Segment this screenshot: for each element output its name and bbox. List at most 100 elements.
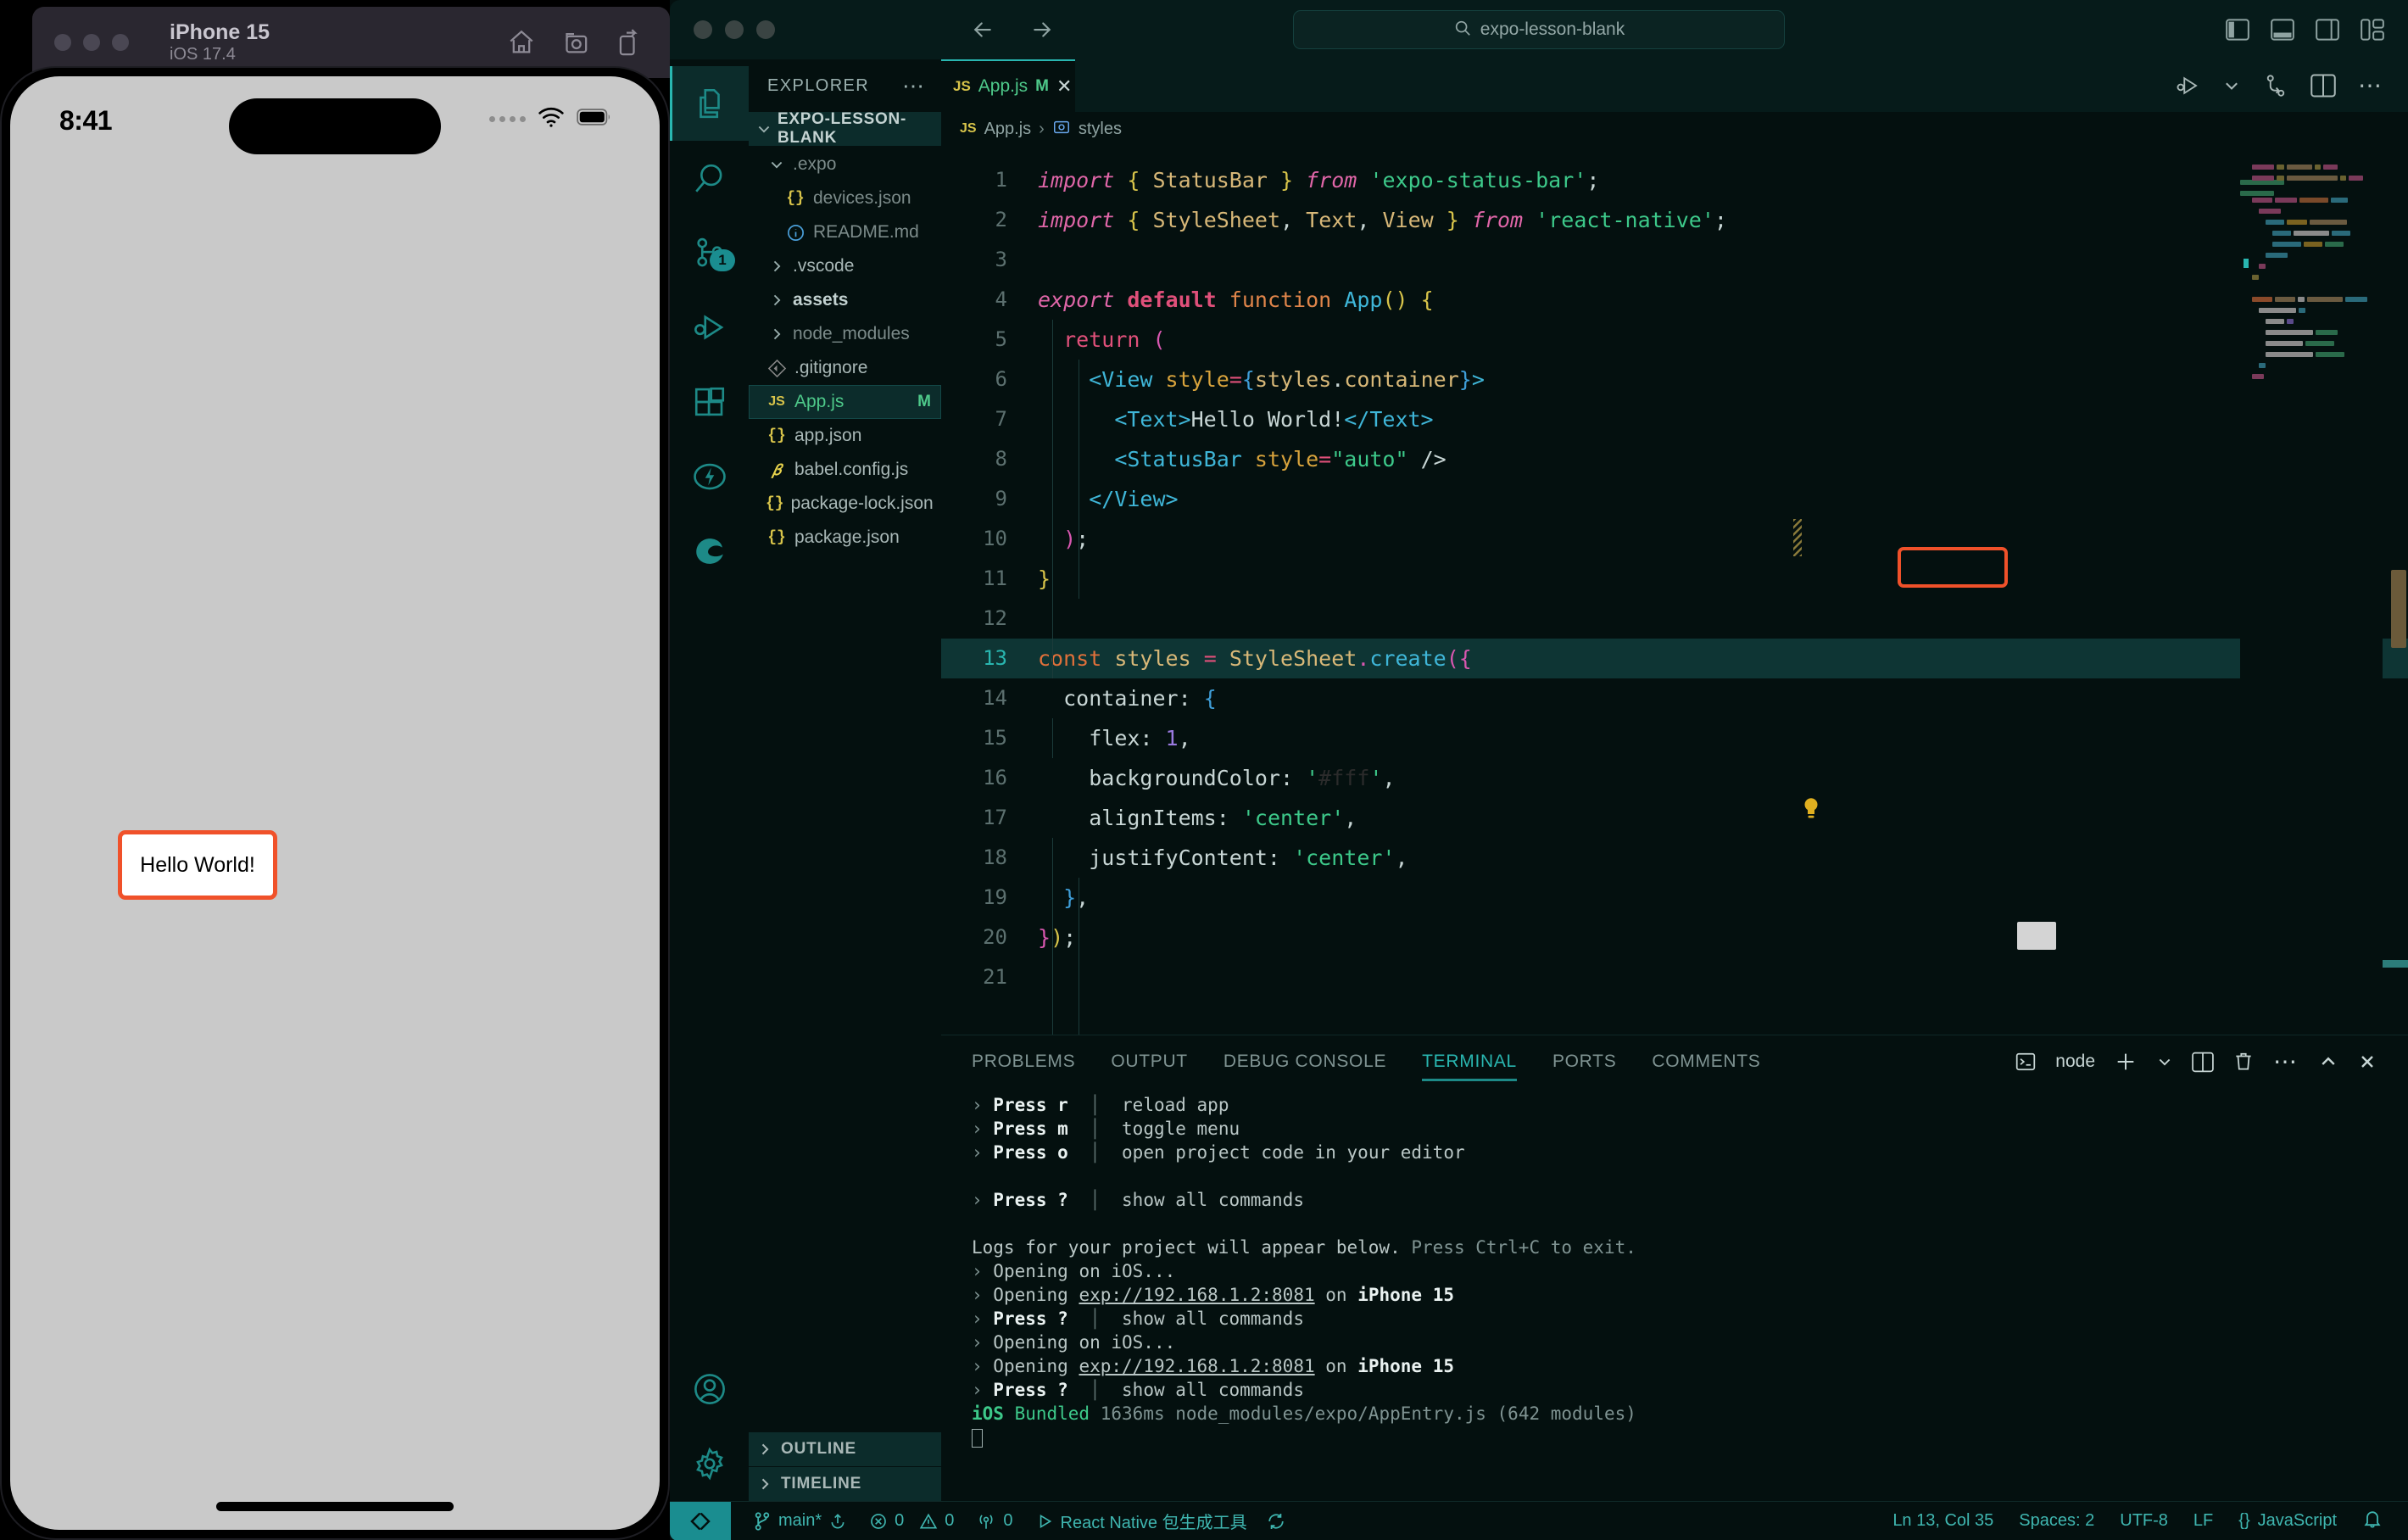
- tab-debug-console[interactable]: DEBUG CONSOLE: [1224, 1035, 1386, 1088]
- sidebar-item-explorer[interactable]: [670, 66, 749, 141]
- sidebar-item-expo-tools[interactable]: [670, 439, 749, 514]
- vscode-window-controls[interactable]: [694, 20, 775, 39]
- status-language[interactable]: {} JavaScript: [2238, 1511, 2337, 1531]
- toggle-primary-sidebar-icon[interactable]: [2226, 19, 2249, 41]
- accounts-button[interactable]: [670, 1352, 749, 1426]
- tab-output[interactable]: OUTPUT: [1111, 1035, 1188, 1088]
- status-bar: main* 0 0 0 React Native 包生成工具 Ln 13, Co…: [670, 1501, 2408, 1540]
- close-icon[interactable]: ✕: [1056, 77, 1072, 96]
- editor-scrollbar[interactable]: [2383, 146, 2408, 1035]
- terminal-shell-label[interactable]: node: [2055, 1052, 2095, 1072]
- terminal-line: › Press r │ reload app: [972, 1095, 1229, 1115]
- timeline-section[interactable]: TIMELINE: [749, 1466, 941, 1501]
- maximize-panel-icon[interactable]: [2318, 1052, 2338, 1072]
- home-icon[interactable]: [507, 28, 536, 57]
- rotate-icon[interactable]: [612, 28, 641, 57]
- list-item[interactable]: {} devices.json: [749, 181, 941, 215]
- status-problems[interactable]: 0 0: [869, 1511, 954, 1531]
- sidebar-item-search[interactable]: [670, 141, 749, 215]
- status-cursor-position[interactable]: Ln 13, Col 35: [1892, 1511, 1993, 1531]
- split-terminal-icon[interactable]: [2192, 1052, 2214, 1073]
- list-item[interactable]: 𝛽 babel.config.js: [749, 453, 941, 487]
- sync-icon[interactable]: [828, 1512, 847, 1531]
- minimap[interactable]: [2240, 146, 2383, 1035]
- tab-problems[interactable]: PROBLEMS: [972, 1035, 1075, 1088]
- list-item[interactable]: {} package-lock.json: [749, 487, 941, 521]
- tab-terminal[interactable]: TERMINAL: [1422, 1035, 1517, 1088]
- customize-layout-icon[interactable]: [2361, 19, 2384, 41]
- new-terminal-icon[interactable]: [2114, 1050, 2138, 1074]
- gear-icon[interactable]: [670, 1426, 749, 1501]
- tab-ports[interactable]: PORTS: [1552, 1035, 1616, 1088]
- workspace-root-row[interactable]: EXPO-LESSON-BLANK: [749, 110, 941, 147]
- refresh-icon[interactable]: [1266, 1511, 1286, 1532]
- chevron-down-icon[interactable]: [2222, 76, 2241, 95]
- maximize-icon[interactable]: [112, 34, 129, 51]
- source-control-icon[interactable]: [2263, 73, 2288, 98]
- screenshot-icon[interactable]: [560, 28, 588, 57]
- list-item-app-js[interactable]: JS App.js M: [749, 385, 941, 419]
- code-content[interactable]: 1 import { StatusBar } from 'expo-status-…: [941, 146, 2408, 1035]
- list-item[interactable]: assets: [749, 283, 941, 317]
- chevron-down-icon: [767, 156, 786, 173]
- list-item[interactable]: README.md: [749, 215, 941, 249]
- simulator-screen[interactable]: 8:41 Hello World!: [10, 76, 660, 1530]
- sidebar-item-run-debug[interactable]: [670, 290, 749, 365]
- file-tree[interactable]: .expo {} devices.json README.md .vscode …: [749, 146, 941, 1431]
- tab-app-js[interactable]: JS App.js M ✕: [941, 59, 1075, 112]
- run-debug-icon[interactable]: [2175, 73, 2200, 98]
- status-indentation[interactable]: Spaces: 2: [2019, 1511, 2094, 1531]
- list-item[interactable]: .vscode: [749, 249, 941, 283]
- list-item[interactable]: .expo: [749, 148, 941, 181]
- breadcrumb-file[interactable]: App.js: [984, 120, 1032, 139]
- status-ports[interactable]: 0: [976, 1511, 1013, 1531]
- bell-icon[interactable]: [2362, 1509, 2383, 1534]
- terminal-output[interactable]: › Press r │ reload app › Press m │ toggl…: [941, 1088, 2408, 1501]
- tab-comments[interactable]: COMMENTS: [1652, 1035, 1760, 1088]
- sidebar-item-source-control[interactable]: 1: [670, 215, 749, 290]
- back-arrow-icon[interactable]: [970, 17, 995, 42]
- list-item[interactable]: {} package.json: [749, 521, 941, 555]
- status-branch[interactable]: main*: [753, 1511, 847, 1532]
- toggle-secondary-sidebar-icon[interactable]: [2316, 19, 2339, 41]
- maximize-icon[interactable]: [756, 20, 775, 39]
- breadcrumb[interactable]: JS App.js › styles: [941, 112, 2408, 146]
- status-encoding[interactable]: UTF-8: [2120, 1511, 2168, 1531]
- lightbulb-icon[interactable]: [1800, 797, 1822, 827]
- minimize-icon[interactable]: [725, 20, 744, 39]
- more-actions-icon[interactable]: ⋯: [2358, 73, 2384, 98]
- close-panel-icon[interactable]: [2357, 1052, 2377, 1072]
- status-task[interactable]: React Native 包生成工具: [1035, 1509, 1286, 1533]
- line-text: alignItems: 'center',: [1089, 806, 1357, 830]
- ellipsis-icon[interactable]: ⋯: [902, 74, 926, 97]
- command-center-search[interactable]: expo-lesson-blank: [1293, 10, 1785, 49]
- color-swatch-fff[interactable]: [2017, 922, 2056, 950]
- code-editor[interactable]: 1 import { StatusBar } from 'expo-status-…: [941, 146, 2408, 1035]
- more-actions-icon[interactable]: ⋯: [2273, 1049, 2299, 1074]
- sidebar-item-extensions[interactable]: [670, 365, 749, 439]
- code-line: 15 flex: 1,: [941, 718, 2408, 758]
- list-item[interactable]: node_modules: [749, 317, 941, 351]
- breadcrumb-symbol[interactable]: styles: [1079, 120, 1122, 139]
- status-eol[interactable]: LF: [2193, 1511, 2213, 1531]
- minimize-icon[interactable]: [83, 34, 100, 51]
- close-icon[interactable]: [694, 20, 712, 39]
- outline-section[interactable]: OUTLINE: [749, 1431, 941, 1466]
- file-label: package.json: [794, 527, 900, 547]
- list-item[interactable]: .gitignore: [749, 351, 941, 385]
- close-icon[interactable]: [54, 34, 71, 51]
- sidebar-item-edge-tools[interactable]: [670, 514, 749, 589]
- toggle-panel-icon[interactable]: [2271, 19, 2294, 41]
- file-label: devices.json: [813, 188, 911, 208]
- split-editor-icon[interactable]: [2310, 74, 2336, 98]
- line-number: 17: [983, 806, 1007, 829]
- terminal-icon[interactable]: [2015, 1051, 2037, 1073]
- kill-terminal-icon[interactable]: [2232, 1051, 2255, 1073]
- code-line: 16 backgroundColor: '#fff',: [941, 758, 2408, 798]
- home-indicator[interactable]: [216, 1502, 454, 1511]
- list-item[interactable]: {} app.json: [749, 419, 941, 453]
- forward-arrow-icon[interactable]: [1029, 17, 1055, 42]
- chevron-down-icon[interactable]: [2156, 1053, 2173, 1070]
- remote-window-indicator[interactable]: [670, 1501, 731, 1540]
- simulator-window-controls[interactable]: [54, 34, 129, 51]
